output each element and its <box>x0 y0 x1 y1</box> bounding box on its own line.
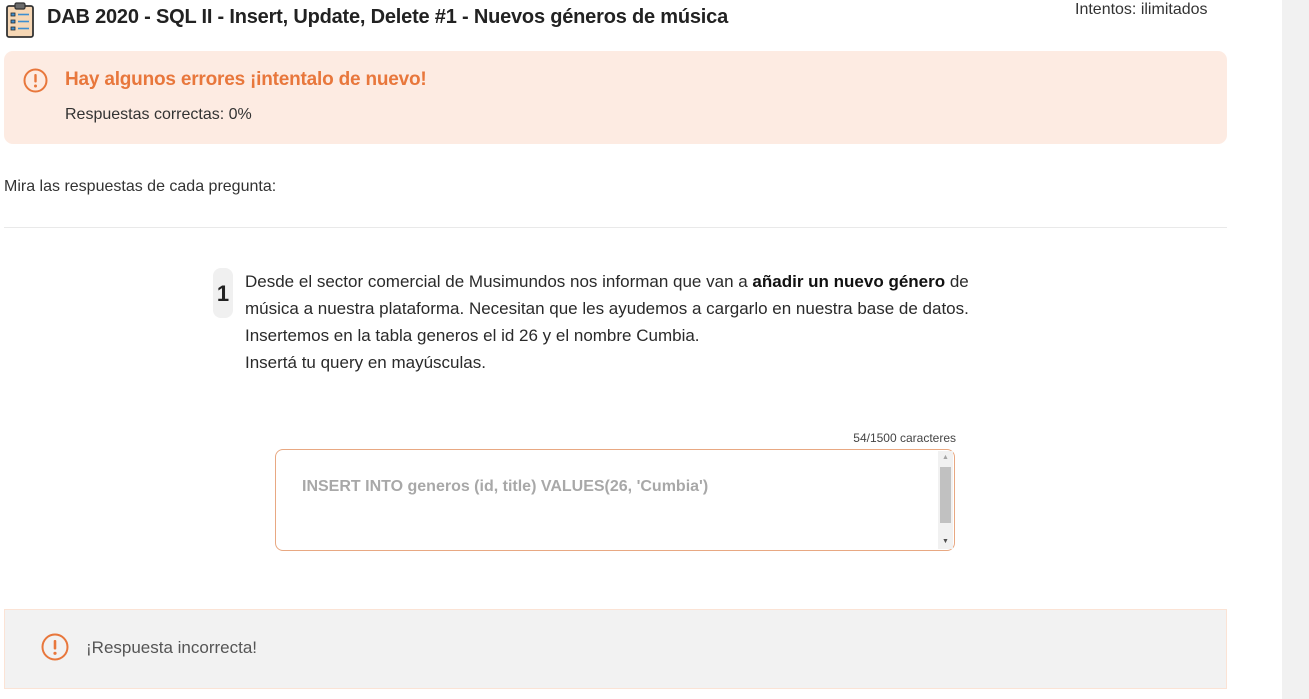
answer-textarea[interactable]: INSERT INTO generos (id, title) VALUES(2… <box>275 449 955 551</box>
score-summary: Respuestas correctas: 0% <box>65 106 252 123</box>
exclamation-circle-icon <box>41 633 69 661</box>
exclamation-circle-icon <box>23 68 48 93</box>
quiz-header: DAB 2020 - SQL II - Insert, Update, Dele… <box>0 0 1240 40</box>
question-text-line-4: Insertá tu query en mayúsculas. <box>245 353 486 372</box>
clipboard-checklist-icon <box>5 2 35 38</box>
review-instructions: Mira las respuestas de cada pregunta: <box>4 178 277 195</box>
page-title: DAB 2020 - SQL II - Insert, Update, Dele… <box>47 6 729 28</box>
scroll-down-arrow-icon[interactable]: ▼ <box>938 535 953 549</box>
error-banner: Hay algunos errores ¡intentalo de nuevo!… <box>4 51 1227 144</box>
character-counter: 54/1500 caracteres <box>853 431 956 445</box>
question-text: Desde el sector comercial de Musimundos … <box>245 268 1005 376</box>
scroll-up-arrow-icon[interactable]: ▲ <box>938 451 953 465</box>
question-number: 1 <box>213 268 233 318</box>
answer-text: INSERT INTO generos (id, title) VALUES(2… <box>302 478 709 495</box>
scrollbar-thumb[interactable] <box>940 467 951 523</box>
page-scrollbar-track[interactable] <box>1282 0 1309 699</box>
result-message: ¡Respuesta incorrecta! <box>86 638 258 657</box>
result-banner: ¡Respuesta incorrecta! <box>4 609 1227 689</box>
answer-scrollbar[interactable]: ▲ ▼ <box>938 451 953 549</box>
attempts-counter: Intentos: ilimitados <box>1075 1 1208 18</box>
error-title: Hay algunos errores ¡intentalo de nuevo! <box>65 69 427 90</box>
question-text-part-1: Desde el sector comercial de Musimundos … <box>245 272 753 291</box>
question-text-line-3: Insertemos en la tabla generos el id 26 … <box>245 326 700 345</box>
section-divider <box>4 227 1227 228</box>
question-text-highlight: añadir un nuevo género <box>752 272 946 291</box>
